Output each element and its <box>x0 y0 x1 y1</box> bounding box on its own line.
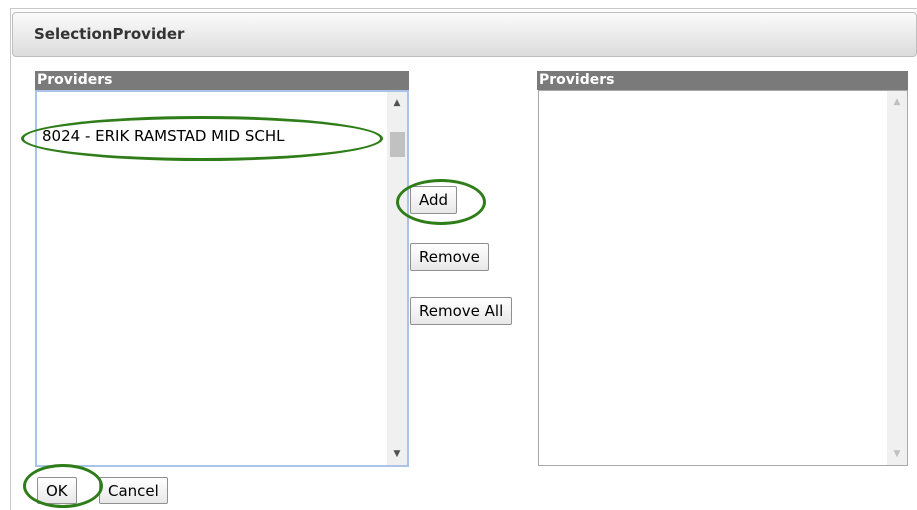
available-list-header: Providers <box>35 71 409 90</box>
available-list-item[interactable]: 8024 - ERIK RAMSTAD MID SCHL <box>42 127 284 145</box>
scroll-down-icon[interactable]: ▼ <box>387 445 407 463</box>
cancel-button[interactable]: Cancel <box>99 477 168 504</box>
dialog-title: SelectionProvider <box>34 25 185 43</box>
scroll-thumb[interactable] <box>390 132 405 157</box>
scroll-up-icon[interactable]: ▲ <box>387 94 407 112</box>
ok-button[interactable]: OK <box>37 477 77 504</box>
scroll-up-icon: ▲ <box>893 97 901 107</box>
available-list[interactable]: 8024 - ERIK RAMSTAD MID SCHL ▲ ▼ <box>35 90 409 467</box>
remove-all-button[interactable]: Remove All <box>410 297 513 325</box>
scroll-down-icon: ▼ <box>893 449 901 459</box>
selected-list-scrollbar: ▲ ▼ <box>887 91 907 465</box>
selected-list[interactable]: ▲ ▼ <box>538 90 908 466</box>
remove-button[interactable]: Remove <box>410 243 489 271</box>
dialog-title-bar: SelectionProvider <box>12 12 917 57</box>
selected-list-header: Providers <box>537 71 908 90</box>
add-button[interactable]: Add <box>410 186 458 214</box>
available-list-scrollbar[interactable]: ▲ ▼ <box>387 92 407 465</box>
